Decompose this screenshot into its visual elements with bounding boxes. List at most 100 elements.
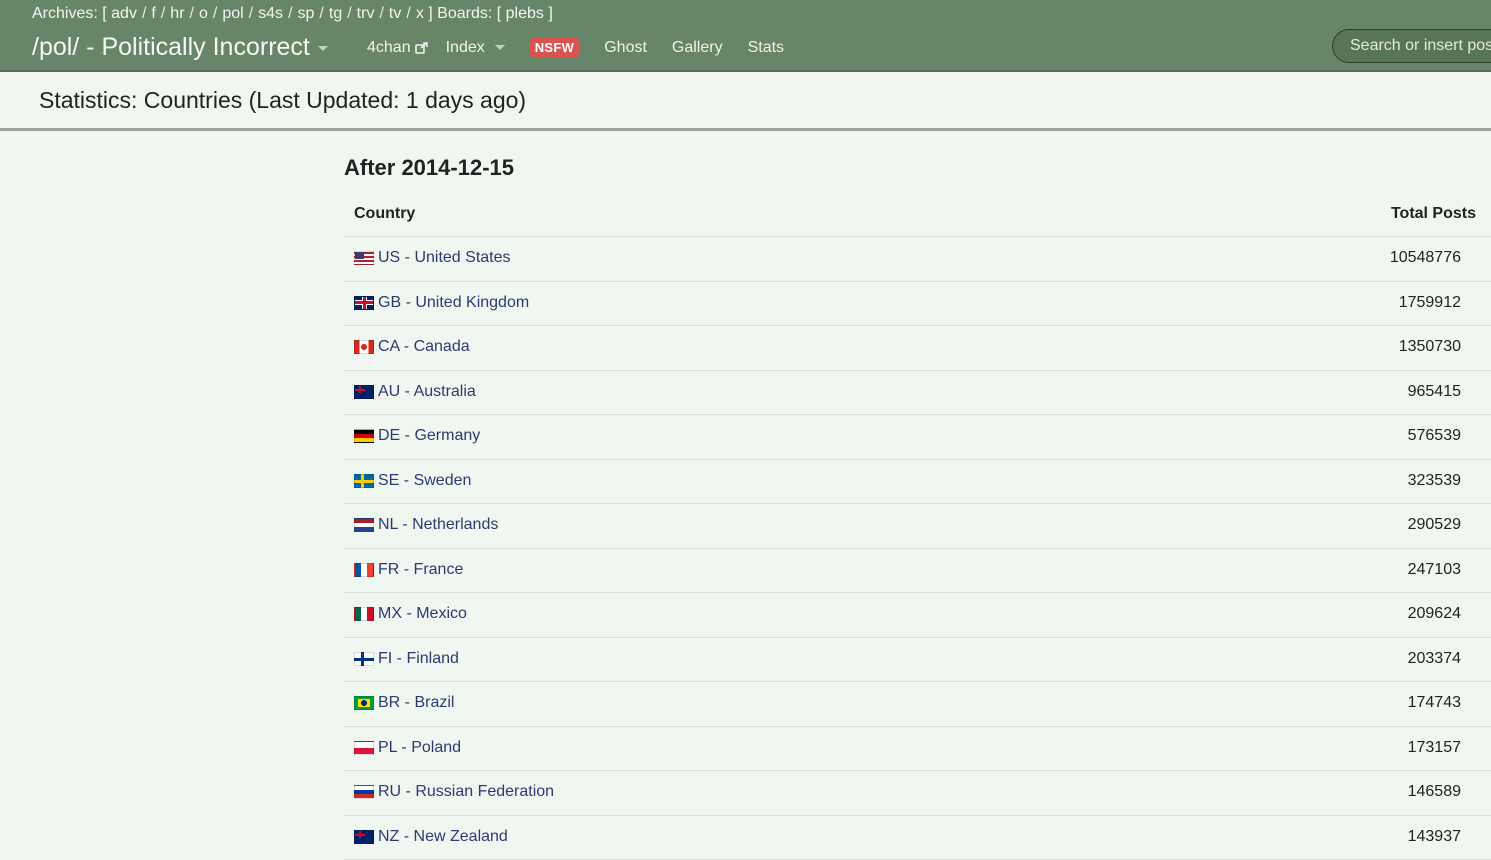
- flag-gb-icon: [354, 296, 374, 310]
- table-row: CA - Canada 1350730: [344, 326, 1491, 371]
- flag-ca-icon: [354, 340, 374, 354]
- total-posts-cell: 965415: [1371, 383, 1461, 401]
- total-posts-cell: 290529: [1371, 516, 1461, 534]
- table-row: US - United States10548776: [344, 237, 1491, 282]
- archives-line: Archives: [ adv/f/hr/o/pol/s4s/sp/tg/trv…: [32, 5, 553, 23]
- table-row: AU - Australia 965415: [344, 371, 1491, 416]
- boards-label: Boards:: [437, 5, 492, 22]
- total-posts-cell: 174743: [1371, 694, 1461, 712]
- table-row: BR - Brazil 174743: [344, 682, 1491, 727]
- table-row: FR - France 247103: [344, 549, 1491, 594]
- table-row: NZ - New Zealand143937: [344, 816, 1491, 860]
- country-cell: GB - United Kingdom: [354, 294, 529, 312]
- total-posts-cell: 1350730: [1371, 338, 1461, 356]
- country-cell: DE - Germany: [354, 427, 480, 445]
- index-dropdown[interactable]: Index: [446, 39, 505, 57]
- country-cell: AU - Australia: [354, 383, 476, 401]
- archive-link-x[interactable]: x: [416, 5, 424, 22]
- flag-se-icon: [354, 474, 374, 488]
- total-posts-cell: 146589: [1371, 783, 1461, 801]
- nsfw-badge: NSFW: [530, 38, 579, 57]
- top-navbar: Archives: [ adv/f/hr/o/pol/s4s/sp/tg/trv…: [0, 0, 1491, 72]
- archive-link-adv[interactable]: adv: [111, 5, 137, 22]
- page-title: Statistics: Countries (Last Updated: 1 d…: [39, 87, 526, 114]
- table-row: FI - Finland 203374: [344, 638, 1491, 683]
- country-link-mx[interactable]: MX - Mexico: [378, 605, 467, 623]
- country-cell: US - United States: [354, 249, 511, 267]
- header-country: Country: [354, 205, 415, 223]
- country-cell: MX - Mexico: [354, 605, 467, 623]
- fourchan-link[interactable]: 4chan: [367, 39, 411, 57]
- total-posts-cell: 576539: [1371, 427, 1461, 445]
- flag-mx-icon: [354, 607, 374, 621]
- total-posts-cell: 203374: [1371, 650, 1461, 668]
- table-row: RU - Russian Federation 146589: [344, 771, 1491, 816]
- country-link-ru[interactable]: RU - Russian Federation: [378, 783, 554, 801]
- country-link-br[interactable]: BR - Brazil: [378, 694, 454, 712]
- flag-nz-icon: [354, 830, 374, 844]
- country-link-us[interactable]: US - United States: [378, 249, 511, 267]
- index-label: Index: [446, 39, 485, 56]
- table-header-row: Country Total Posts: [344, 193, 1491, 237]
- external-link-icon[interactable]: [415, 42, 428, 54]
- archive-link-s4s[interactable]: s4s: [258, 5, 283, 22]
- country-link-de[interactable]: DE - Germany: [378, 427, 480, 445]
- country-cell: PL - Poland: [354, 739, 461, 757]
- board-link-plebs[interactable]: plebs: [506, 5, 544, 22]
- country-cell: NL - Netherlands: [354, 516, 498, 534]
- page-subheader: Statistics: Countries (Last Updated: 1 d…: [0, 72, 1491, 131]
- country-cell: BR - Brazil: [354, 694, 454, 712]
- archive-link-o[interactable]: o: [199, 5, 208, 22]
- flag-pl-icon: [354, 741, 374, 755]
- board-brand-dropdown[interactable]: /pol/ - Politically Incorrect: [32, 33, 328, 62]
- flag-br-icon: [354, 696, 374, 710]
- stats-link[interactable]: Stats: [748, 39, 784, 57]
- country-stats-table: Country Total Posts US - United States10…: [344, 193, 1491, 860]
- country-link-fr[interactable]: FR - France: [378, 561, 463, 579]
- section-title: After 2014-12-15: [344, 155, 514, 181]
- archive-link-sp[interactable]: sp: [298, 5, 315, 22]
- table-row: DE - Germany 576539: [344, 415, 1491, 460]
- country-link-nl[interactable]: NL - Netherlands: [378, 516, 498, 534]
- country-cell: FR - France: [354, 561, 463, 579]
- ghost-link[interactable]: Ghost: [604, 39, 647, 57]
- flag-de-icon: [354, 429, 374, 443]
- flag-au-icon: [354, 385, 374, 399]
- archive-link-f[interactable]: f: [151, 5, 155, 22]
- total-posts-cell: 247103: [1371, 561, 1461, 579]
- country-cell: RU - Russian Federation: [354, 783, 554, 801]
- archive-link-tv[interactable]: tv: [389, 5, 401, 22]
- country-cell: FI - Finland: [354, 650, 459, 668]
- boards-list: plebs: [506, 5, 544, 22]
- flag-fi-icon: [354, 652, 374, 666]
- gallery-link[interactable]: Gallery: [672, 39, 723, 57]
- flag-us-icon: [354, 251, 374, 265]
- archive-link-hr[interactable]: hr: [170, 5, 184, 22]
- country-link-au[interactable]: AU - Australia: [378, 383, 476, 401]
- country-link-gb[interactable]: GB - United Kingdom: [378, 294, 529, 312]
- total-posts-cell: 209624: [1371, 605, 1461, 623]
- caret-down-icon: [318, 46, 328, 51]
- table-row: NL - Netherlands 290529: [344, 504, 1491, 549]
- country-link-se[interactable]: SE - Sweden: [378, 472, 471, 490]
- archive-link-pol[interactable]: pol: [222, 5, 243, 22]
- total-posts-cell: 1759912: [1371, 294, 1461, 312]
- archive-link-trv[interactable]: trv: [357, 5, 375, 22]
- country-link-pl[interactable]: PL - Poland: [378, 739, 461, 757]
- table-row: SE - Sweden 323539: [344, 460, 1491, 505]
- table-row: GB - United Kingdom 1759912: [344, 282, 1491, 327]
- country-link-ca[interactable]: CA - Canada: [378, 338, 470, 356]
- flag-ru-icon: [354, 785, 374, 799]
- country-link-fi[interactable]: FI - Finland: [378, 650, 459, 668]
- archive-link-tg[interactable]: tg: [329, 5, 342, 22]
- country-cell: SE - Sweden: [354, 472, 471, 490]
- total-posts-cell: 323539: [1371, 472, 1461, 490]
- search-input[interactable]: [1332, 29, 1491, 63]
- archives-list: adv/f/hr/o/pol/s4s/sp/tg/trv/tv/x: [111, 5, 424, 22]
- nav-links: 4chan Index NSFW Ghost Gallery Stats: [367, 38, 809, 57]
- country-link-nz[interactable]: NZ - New Zealand: [378, 828, 508, 846]
- flag-fr-icon: [354, 563, 374, 577]
- table-row: PL - Poland173157: [344, 727, 1491, 772]
- archives-label: Archives:: [32, 5, 98, 22]
- table-body: US - United States10548776GB - United Ki…: [344, 237, 1491, 860]
